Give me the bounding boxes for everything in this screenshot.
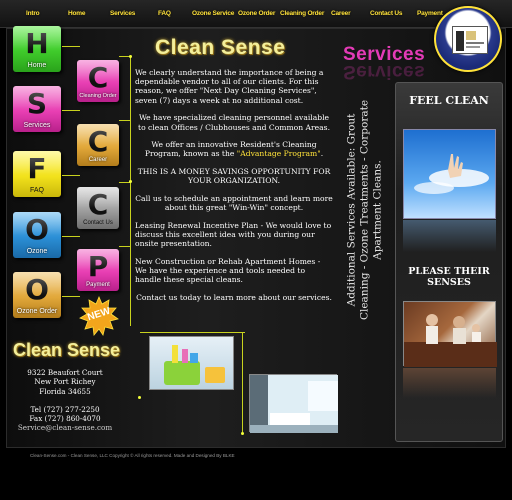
tile-services-letter: S [26, 87, 48, 120]
connector-dot [138, 396, 141, 399]
top-nav: Intro Home Services FAQ Ozone Service Oz… [0, 0, 512, 28]
advantage-program-link[interactable]: "Advantage Program" [237, 149, 321, 158]
address-street: 9322 Beaufort Court [27, 368, 103, 377]
please-their-senses-heading: PLEASE THEIR SENSES [408, 266, 490, 288]
tile-career[interactable]: C Career [77, 124, 119, 166]
corner-logo[interactable] [434, 6, 502, 72]
connector-line [140, 332, 245, 333]
services-heading-reflection: Services [343, 61, 426, 82]
nav-ozone-order[interactable]: Ozone Order [238, 10, 275, 17]
content-paragraph: Leasing Renewal Incentive Plan - We woul… [135, 220, 332, 249]
clean-sense-logo-small: Clean Sense [13, 340, 121, 360]
tile-career-label: Career [88, 157, 108, 163]
connector-line [62, 236, 80, 237]
tile-career-letter: C [87, 125, 109, 158]
tile-ozone-order[interactable]: O Ozone Order [13, 272, 61, 318]
content-paragraph: We clearly understand the importance of … [135, 68, 324, 105]
tile-cleaning-order-label: Cleaning Order [79, 93, 117, 99]
connector-line [130, 56, 131, 326]
content-paragraph: Call us to schedule an appointment and l… [135, 194, 333, 213]
contact-address: 9322 Beaufort Court New Port Richey Flor… [8, 368, 122, 433]
tile-cleaning-order[interactable]: C Cleaning Order [77, 60, 119, 102]
address-state-zip: Florida 34655 [39, 386, 91, 396]
nav-intro[interactable]: Intro [26, 10, 40, 17]
tile-payment-letter: P [87, 250, 109, 283]
tile-home-label: Home [27, 62, 47, 69]
address-city: New Port Richey [34, 377, 96, 387]
feel-clean-heading: FEEL CLEAN [409, 94, 489, 107]
connector-dot [129, 180, 132, 183]
main-content: We clearly understand the importance of … [135, 68, 333, 311]
additional-services-panel: Additional Services Available: Grout Cle… [345, 90, 385, 330]
content-paragraph: New Construction or Rehab Apartment Home… [135, 257, 321, 285]
tile-ozone-letter: O [25, 213, 49, 246]
connector-line [62, 175, 80, 176]
tile-contact-us[interactable]: C Contact Us [77, 187, 119, 229]
tile-ozone-order-letter: O [25, 273, 49, 306]
tile-payment[interactable]: P Payment [77, 249, 119, 291]
nav-services[interactable]: Services [110, 10, 135, 17]
tile-contact-us-label: Contact Us [83, 220, 113, 226]
nav-faq[interactable]: FAQ [158, 10, 171, 17]
tile-services-label: Services [23, 122, 51, 129]
clean-room-image [249, 374, 338, 433]
nav-ozone-service[interactable]: Ozone Service [192, 10, 234, 17]
cleaning-supplies-image [149, 336, 234, 390]
content-paragraph: THIS IS A MONEY SAVINGS OPPORTUNITY FOR … [137, 167, 331, 186]
nav-career[interactable]: Career [331, 10, 351, 17]
content-paragraph: Contact us today to learn more about our… [136, 293, 332, 303]
sky-image-reflection [403, 220, 496, 252]
tile-ozone[interactable]: O Ozone [13, 212, 61, 258]
new-badge: NEW [79, 296, 119, 336]
right-panel: FEEL CLEAN PLEASE THEIR SENSES [395, 82, 503, 442]
footer-copyright: Clean-Sense.com - Clean Sense, LLC Copyr… [30, 453, 235, 458]
connector-line [242, 332, 243, 432]
clean-sense-logo: Clean Sense [155, 36, 286, 59]
nav-home[interactable]: Home [68, 10, 85, 17]
connector-line [62, 296, 80, 297]
family-image-reflection [403, 368, 496, 398]
phone-number: Tel (727) 277-2250 [30, 404, 100, 414]
additional-services-text: Additional Services Available: Grout Cle… [345, 99, 384, 321]
connector-dot [241, 432, 244, 435]
nav-cleaning-order[interactable]: Cleaning Order [280, 10, 324, 17]
nav-contact-us[interactable]: Contact Us [370, 10, 403, 17]
advantage-paragraph: We offer an innovative Resident's Cleani… [135, 140, 333, 158]
fax-number: Fax (727) 860-4070 [29, 414, 101, 424]
nav-payment[interactable]: Payment [417, 10, 443, 17]
tile-faq-letter: F [27, 152, 47, 185]
connector-line [62, 110, 80, 111]
email-link[interactable]: Service@clean-sense.com [8, 423, 122, 432]
content-text: . [320, 149, 324, 159]
tile-faq-label: FAQ [29, 187, 44, 194]
connector-line [62, 46, 80, 47]
tile-payment-label: Payment [86, 282, 110, 288]
family-image [403, 301, 497, 367]
sky-hand-image [403, 129, 496, 219]
tile-home-letter: H [25, 27, 49, 60]
tile-services[interactable]: S Services [13, 86, 61, 132]
content-paragraph: We have specialized cleaning personnel a… [138, 113, 330, 132]
tile-faq[interactable]: F FAQ [13, 151, 61, 197]
tile-ozone-label: Ozone [26, 248, 48, 255]
logo-mark-icon [452, 26, 488, 54]
tile-home[interactable]: H Home [13, 26, 61, 72]
connector-dot [129, 55, 132, 58]
tile-cleaning-order-letter: C [87, 61, 109, 94]
tile-ozone-order-label: Ozone Order [16, 308, 58, 315]
tile-contact-us-letter: C [87, 188, 109, 221]
